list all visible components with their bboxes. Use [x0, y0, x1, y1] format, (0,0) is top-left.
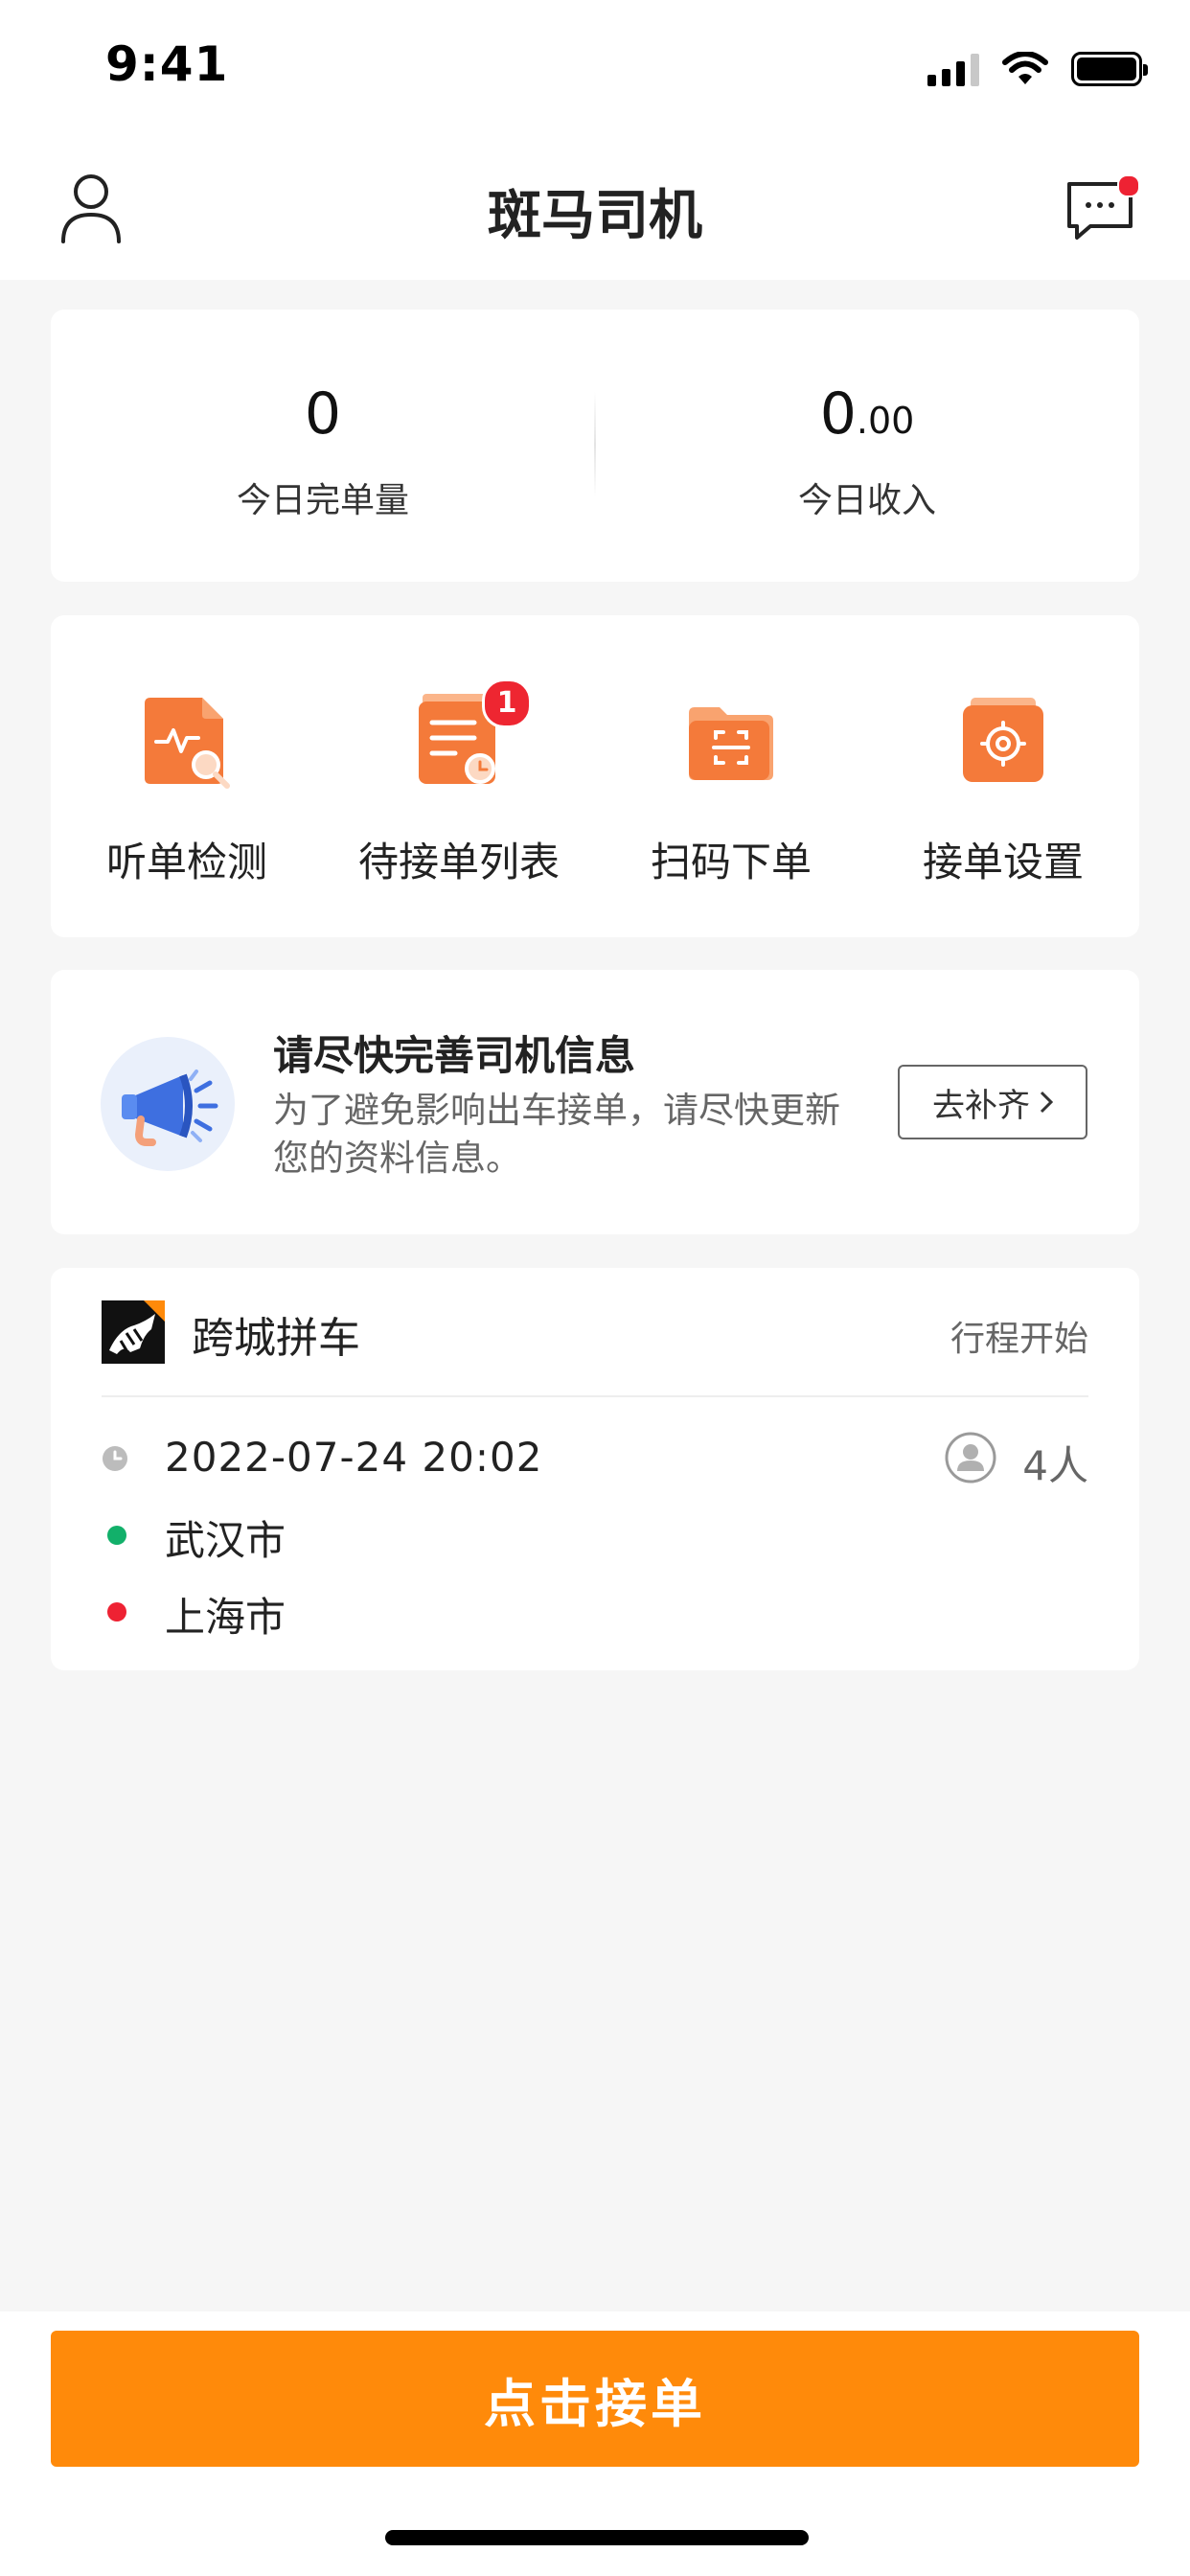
- trip-status: 行程开始: [950, 1320, 1088, 1359]
- status-icons: [927, 52, 1148, 86]
- notice-avatar: [101, 1037, 235, 1171]
- chevron-right-icon: [1040, 1091, 1053, 1114]
- action-scan-order[interactable]: 扫码下单: [595, 692, 867, 903]
- page-title: 斑马司机: [488, 185, 702, 247]
- complete-info-label: 去补齐: [932, 1086, 1030, 1125]
- megaphone-icon: [122, 1070, 218, 1146]
- stats-card: 0 今日完单量 0.00 今日收入: [51, 310, 1139, 582]
- divider: [102, 1395, 1088, 1397]
- trip-type: 跨城拼车: [192, 1314, 360, 1363]
- listen-detect-icon: [145, 698, 230, 789]
- trip-destination: 上海市: [165, 1594, 286, 1641]
- income-label: 今日收入: [797, 481, 936, 520]
- action-order-settings[interactable]: 接单设置: [867, 692, 1139, 903]
- unread-dot: [1117, 174, 1140, 197]
- zebra-logo-icon: [102, 1300, 165, 1364]
- stat-income[interactable]: 0.00 今日收入: [595, 310, 1139, 582]
- quick-actions-card: 听单检测 待接单列表 扫码下单 接单设置: [51, 615, 1139, 937]
- accept-order-button[interactable]: 点击接单: [51, 2331, 1139, 2467]
- orders-label: 今日完单量: [236, 481, 409, 520]
- action-listen-detect[interactable]: 听单检测: [51, 692, 323, 903]
- battery-icon: [1071, 52, 1148, 86]
- action-pending-list[interactable]: 待接单列表: [323, 692, 595, 903]
- action-label: 待接单列表: [357, 839, 560, 886]
- action-label: 接单设置: [922, 839, 1084, 886]
- home-indicator: [385, 2530, 809, 2545]
- scan-order-icon: [689, 707, 773, 780]
- stat-orders[interactable]: 0 今日完单量: [51, 310, 595, 582]
- signal-icon: [927, 52, 979, 86]
- clock-icon: [103, 1446, 127, 1471]
- orders-count: 0: [304, 380, 342, 448]
- income-value: 0.00: [595, 380, 1139, 448]
- notice-title: 请尽快完善司机信息: [273, 1032, 636, 1079]
- trip-datetime: 2022-07-24 20:02: [165, 1434, 543, 1481]
- income-int: 0: [819, 380, 857, 448]
- order-settings-icon: [963, 698, 1043, 782]
- income-decimal: .00: [856, 400, 915, 442]
- action-label: 听单检测: [105, 839, 267, 886]
- action-label: 扫码下单: [650, 839, 812, 886]
- origin-dot: [107, 1526, 126, 1545]
- passenger-icon: [945, 1432, 996, 1484]
- destination-dot: [107, 1602, 126, 1622]
- status-time: 9:41: [105, 36, 229, 92]
- complete-info-button[interactable]: 去补齐: [898, 1065, 1087, 1139]
- wifi-icon: [1002, 52, 1048, 84]
- notice-text: 为了避免影响出车接单，请尽快更新您的资料信息。: [273, 1090, 840, 1179]
- pending-count-badge: 1: [482, 678, 532, 728]
- passenger-count: 4人: [1022, 1442, 1088, 1489]
- trip-origin: 武汉市: [165, 1517, 286, 1564]
